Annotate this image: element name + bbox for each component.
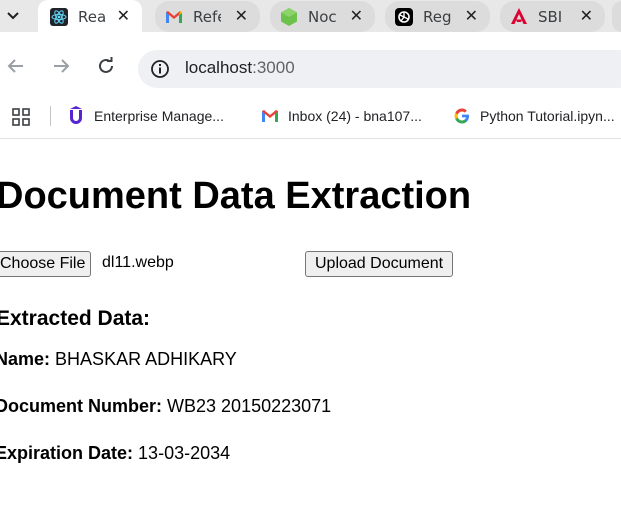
tab-close-icon[interactable]: ✕: [117, 7, 130, 25]
tab-close-icon[interactable]: ✕: [235, 7, 248, 25]
tab-label: Refe: [193, 7, 221, 26]
react-icon: [50, 7, 68, 26]
tab-strip: Reac ✕ Refe ✕ Noc ✕: [0, 0, 621, 32]
page-title: Document Data Extraction: [0, 175, 472, 217]
gmail-icon: [260, 106, 280, 126]
forward-arrow-icon[interactable]: [49, 54, 73, 78]
bookmarks-divider: [50, 106, 51, 126]
tab-gmail[interactable]: Refe ✕: [155, 1, 260, 32]
field-expiration-date: Expiration Date: 13-03-2034: [0, 443, 230, 464]
bookmark-label: Inbox (24) - bna107...: [288, 108, 422, 124]
bookmark-inbox[interactable]: Inbox (24) - bna107...: [260, 104, 422, 128]
field-label: Expiration Date:: [0, 443, 134, 463]
field-name: Name: BHASKAR ADHIKARY: [0, 349, 237, 370]
page-content: Document Data Extraction Choose File dl1…: [0, 139, 621, 509]
tab-partial[interactable]: [612, 1, 621, 32]
bookmark-label: Enterprise Manage...: [94, 108, 224, 124]
upload-document-button[interactable]: Upload Document: [305, 251, 454, 277]
gmail-icon: [165, 8, 183, 26]
back-arrow-icon[interactable]: [4, 54, 28, 78]
field-label: Document Number:: [0, 396, 163, 416]
field-document-number: Document Number: WB23 20150223071: [0, 396, 331, 417]
tab-node[interactable]: Noc ✕: [270, 1, 375, 32]
browser-toolbar: localhost:3000: [0, 32, 621, 94]
choose-file-button[interactable]: Choose File: [0, 251, 92, 277]
tab-sbi[interactable]: SBI ✕: [500, 1, 605, 32]
tab-close-icon[interactable]: ✕: [465, 7, 478, 25]
tab-label: SBI: [538, 7, 563, 26]
field-value: 13-03-2034: [138, 443, 231, 463]
tab-close-icon[interactable]: ✕: [350, 7, 363, 25]
reload-icon[interactable]: [94, 54, 118, 78]
bookmark-enterprise[interactable]: Enterprise Manage...: [66, 104, 224, 128]
field-value: BHASKAR ADHIKARY: [55, 349, 237, 369]
url-port: :3000: [252, 58, 295, 77]
bookmark-label: Python Tutorial.ipyn...: [480, 108, 615, 124]
bookmark-python-tutorial[interactable]: Python Tutorial.ipyn...: [452, 104, 615, 128]
apps-grid-icon[interactable]: [12, 108, 30, 130]
bookmarks-bar: Enterprise Manage... Inbox (24) - bna107…: [0, 94, 621, 139]
angular-icon: [510, 7, 528, 26]
site-info-icon[interactable]: [150, 59, 170, 79]
url-text: localhost:3000: [185, 58, 295, 78]
node-icon: [280, 7, 298, 26]
google-icon: [452, 106, 472, 126]
tab-search-chevron-icon[interactable]: [0, 0, 26, 32]
udemy-icon: [66, 106, 86, 126]
field-label: Name:: [0, 349, 51, 369]
address-bar[interactable]: localhost:3000: [138, 50, 621, 88]
extracted-data-heading: Extracted Data:: [0, 307, 151, 330]
tab-label: Reac: [78, 7, 106, 26]
tab-label: Reg: [423, 7, 451, 26]
url-host: localhost: [185, 58, 253, 77]
selected-file-name: dl11.webp: [102, 254, 174, 271]
tab-react-app[interactable]: Reac ✕: [40, 1, 142, 32]
field-value: WB23 20150223071: [167, 396, 332, 416]
openai-icon: [395, 7, 413, 26]
tab-label: Noc: [308, 7, 336, 26]
tab-chatgpt[interactable]: Reg ✕: [385, 1, 490, 32]
tab-close-icon[interactable]: ✕: [580, 7, 593, 25]
